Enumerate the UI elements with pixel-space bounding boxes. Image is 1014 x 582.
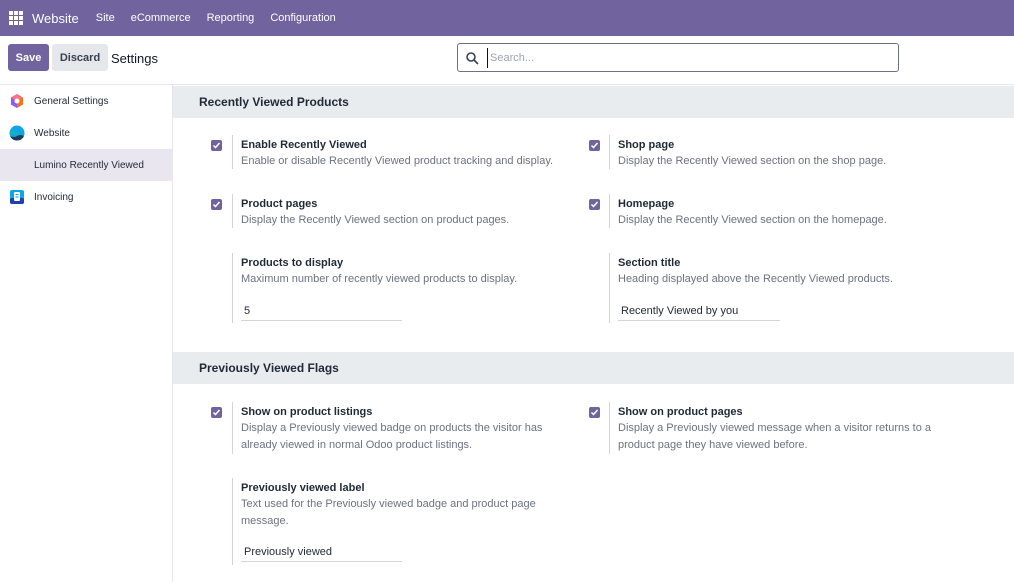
- show-on-listings-checkbox[interactable]: [211, 407, 222, 418]
- discard-button[interactable]: Discard: [52, 44, 108, 71]
- nav-item-ecommerce[interactable]: eCommerce: [131, 12, 191, 24]
- sidebar-item-label: General Settings: [34, 95, 109, 107]
- top-navbar: Website Site eCommerce Reporting Configu…: [0, 0, 1014, 36]
- setting-description: already viewed in normal Odoo product li…: [241, 439, 473, 451]
- section-header-recently-viewed: Recently Viewed Products: [173, 86, 1014, 118]
- sidebar-item-website[interactable]: Website: [0, 117, 172, 149]
- setting-description: Display a Previously viewed badge on pro…: [241, 422, 543, 434]
- check-icon: [590, 142, 599, 149]
- setting-title: Product pages: [241, 198, 318, 210]
- check-icon: [590, 409, 599, 416]
- settings-sidebar: General Settings Website Lumino Recently…: [0, 85, 173, 582]
- sidebar-item-label: Website: [34, 127, 70, 139]
- general-settings-icon: [11, 94, 23, 108]
- check-icon: [590, 201, 599, 208]
- check-icon: [212, 142, 221, 149]
- setting-description: Enable or disable Recently Viewed produc…: [241, 155, 554, 167]
- homepage-checkbox[interactable]: [589, 199, 600, 210]
- setting-title: Homepage: [618, 198, 675, 210]
- apps-menu-icon[interactable]: [9, 11, 23, 25]
- previously-viewed-label-input[interactable]: Previously viewed: [241, 542, 402, 562]
- check-icon: [212, 201, 221, 208]
- show-on-product-pages-checkbox[interactable]: [589, 407, 600, 418]
- sidebar-item-general-settings[interactable]: General Settings: [0, 85, 172, 117]
- section-header-previously-viewed: Previously Viewed Flags: [173, 352, 1014, 384]
- nav-item-site[interactable]: Site: [96, 12, 115, 24]
- setting-divider: [232, 478, 233, 565]
- settings-main: Recently Viewed Products Enable Recently…: [173, 85, 1014, 582]
- app-brand[interactable]: Website: [32, 11, 79, 26]
- setting-description: Display the Recently Viewed section on p…: [241, 214, 510, 226]
- setting-divider: [609, 135, 610, 169]
- website-app-icon: [9, 125, 25, 141]
- setting-description: Display the Recently Viewed section on t…: [618, 155, 887, 167]
- sidebar-item-label: Invoicing: [34, 191, 74, 203]
- product-pages-checkbox[interactable]: [211, 199, 222, 210]
- page-title: Settings: [111, 51, 158, 66]
- products-to-display-input[interactable]: 5: [241, 301, 402, 321]
- search-input[interactable]: [487, 47, 898, 68]
- shop-page-checkbox[interactable]: [589, 140, 600, 151]
- setting-divider: [232, 402, 233, 454]
- sidebar-item-label: Lumino Recently Viewed: [34, 159, 144, 171]
- setting-title: Show on product listings: [241, 406, 373, 418]
- nav-item-reporting[interactable]: Reporting: [207, 12, 255, 24]
- check-icon: [212, 409, 221, 416]
- setting-description: Heading displayed above the Recently Vie…: [618, 273, 893, 285]
- setting-title: Previously viewed label: [241, 482, 365, 494]
- save-button[interactable]: Save: [8, 44, 49, 71]
- nav-menu: Site eCommerce Reporting Configuration: [96, 12, 352, 24]
- setting-divider: [232, 194, 233, 228]
- invoicing-app-icon: [10, 190, 24, 204]
- search-icon: [466, 51, 479, 64]
- setting-divider: [609, 253, 610, 323]
- setting-description: Maximum number of recently viewed produc…: [241, 273, 518, 285]
- setting-title: Show on product pages: [618, 406, 743, 418]
- setting-divider: [232, 253, 233, 323]
- setting-description: Display the Recently Viewed section on t…: [618, 214, 887, 226]
- control-panel: Save Discard Settings: [0, 36, 1014, 85]
- setting-title: Shop page: [618, 139, 675, 151]
- setting-description: Text used for the Previously viewed badg…: [241, 498, 536, 510]
- setting-divider: [609, 402, 610, 454]
- sidebar-item-invoicing[interactable]: Invoicing: [0, 181, 172, 213]
- setting-title: Products to display: [241, 257, 344, 269]
- setting-divider: [609, 194, 610, 228]
- section-title-input[interactable]: Recently Viewed by you: [618, 301, 780, 321]
- setting-divider: [232, 135, 233, 169]
- search-box[interactable]: [457, 43, 899, 72]
- sidebar-item-lumino-recently-viewed[interactable]: Lumino Recently Viewed: [0, 149, 172, 181]
- setting-title: Enable Recently Viewed: [241, 139, 367, 151]
- setting-description: product page they have viewed before.: [618, 439, 808, 451]
- setting-description: Display a Previously viewed message when…: [618, 422, 932, 434]
- setting-title: Section title: [618, 257, 681, 269]
- enable-recently-viewed-checkbox[interactable]: [211, 140, 222, 151]
- nav-item-configuration[interactable]: Configuration: [270, 12, 335, 24]
- setting-description: message.: [241, 515, 289, 527]
